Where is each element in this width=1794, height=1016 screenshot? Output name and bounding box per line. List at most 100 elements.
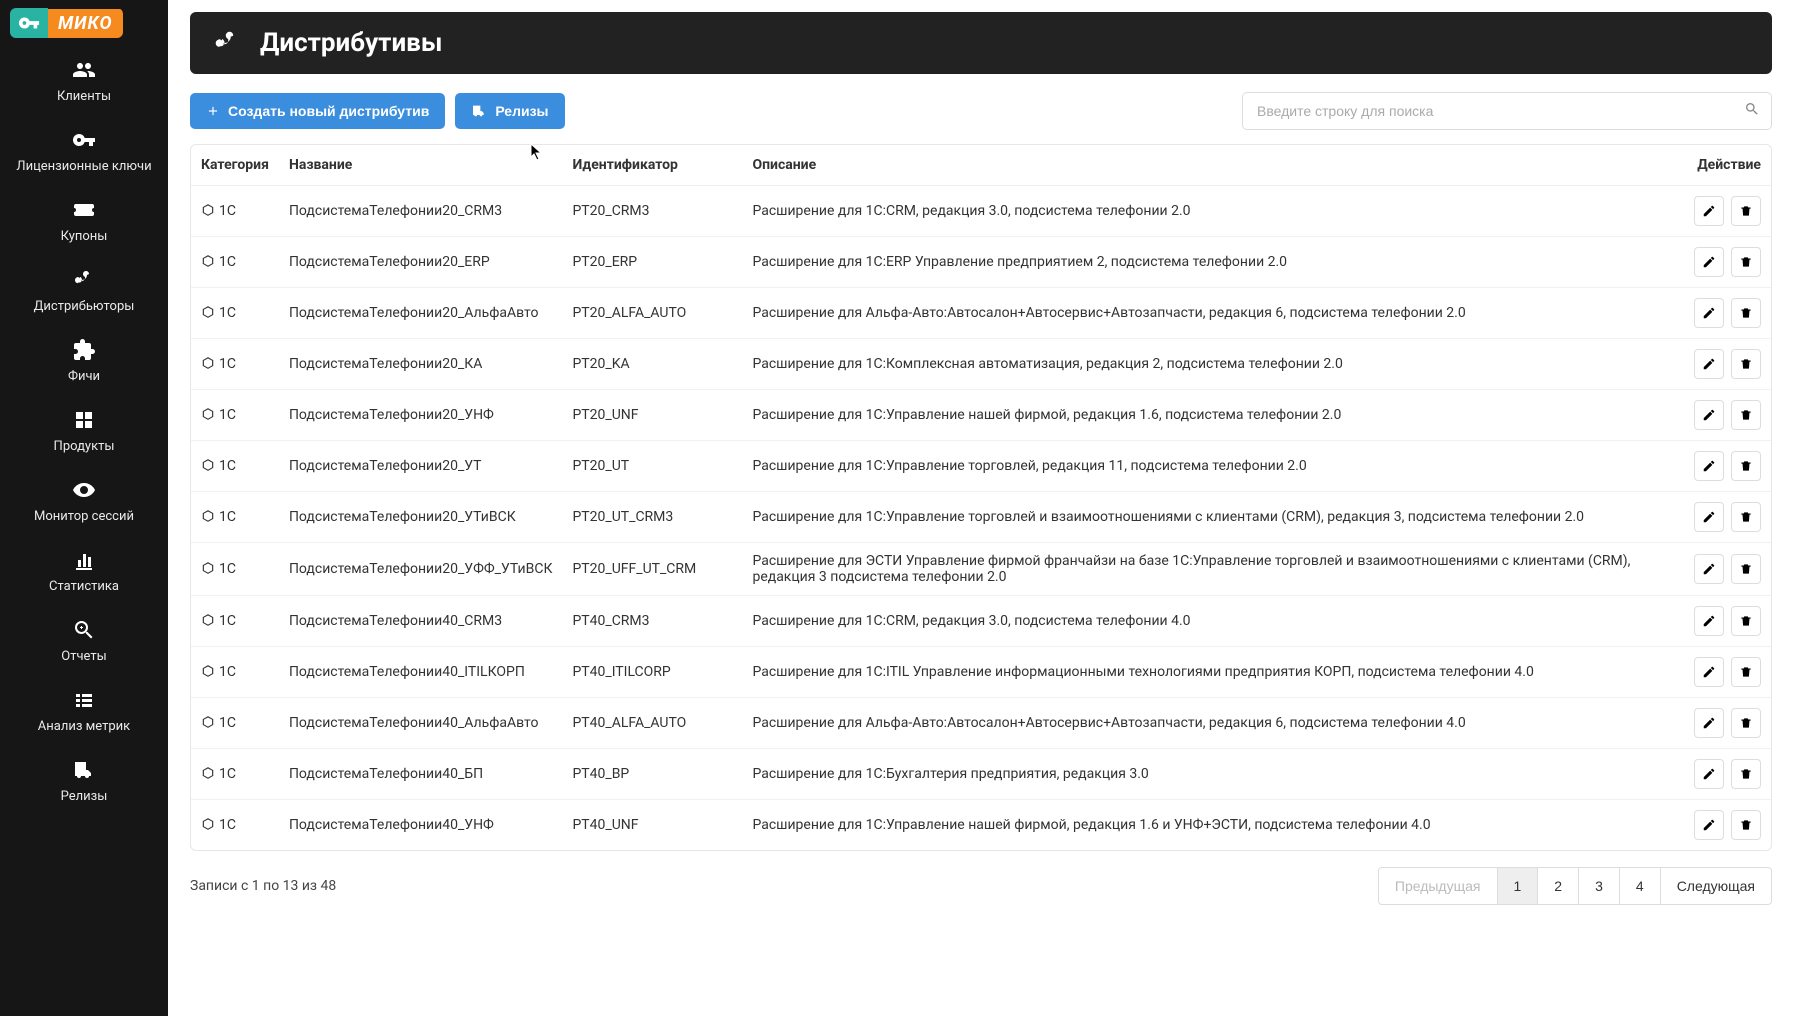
edit-button[interactable]: [1694, 708, 1724, 738]
delete-button[interactable]: [1731, 810, 1761, 840]
cube-icon: [201, 561, 215, 575]
edit-button[interactable]: [1694, 349, 1724, 379]
sidebar-item-3[interactable]: Дистрибьюторы: [0, 256, 168, 326]
sidebar-item-7[interactable]: Статистика: [0, 536, 168, 606]
cell-description: Расширение для Альфа-Авто:Автосалон+Авто…: [742, 288, 1679, 339]
page-title: Дистрибутивы: [260, 28, 442, 58]
delete-button[interactable]: [1731, 196, 1761, 226]
edit-button[interactable]: [1694, 657, 1724, 687]
create-distributive-button[interactable]: Создать новый дистрибутив: [190, 93, 445, 129]
trash-icon: [1739, 255, 1753, 269]
cell-identifier: PT20_KA: [562, 339, 742, 390]
trash-icon: [1739, 614, 1753, 628]
cell-category: 1С: [191, 596, 279, 647]
cell-identifier: PT20_UT_CRM3: [562, 492, 742, 543]
sidebar-item-label: Монитор сессий: [34, 509, 134, 524]
edit-button[interactable]: [1694, 196, 1724, 226]
toolbar: Создать новый дистрибутив Релизы: [190, 92, 1772, 130]
table-row: 1С ПодсистемаТелефонии20_ERP PT20_ERP Ра…: [191, 237, 1771, 288]
records-info: Записи с 1 по 13 из 48: [190, 878, 336, 894]
table-row: 1С ПодсистемаТелефонии40_БП PT40_BP Расш…: [191, 749, 1771, 800]
table-row: 1С ПодсистемаТелефонии20_УФФ_УТиВСК PT20…: [191, 543, 1771, 596]
delete-button[interactable]: [1731, 554, 1761, 584]
sidebar-item-9[interactable]: Анализ метрик: [0, 676, 168, 746]
delete-button[interactable]: [1731, 349, 1761, 379]
branch-icon: [72, 268, 96, 292]
edit-button[interactable]: [1694, 451, 1724, 481]
delete-button[interactable]: [1731, 451, 1761, 481]
trash-icon: [1739, 306, 1753, 320]
table-row: 1С ПодсистемаТелефонии40_CRM3 PT40_CRM3 …: [191, 596, 1771, 647]
delete-button[interactable]: [1731, 298, 1761, 328]
pagination-page-4[interactable]: 4: [1619, 867, 1661, 905]
edit-button[interactable]: [1694, 606, 1724, 636]
delete-button[interactable]: [1731, 759, 1761, 789]
edit-button[interactable]: [1694, 502, 1724, 532]
edit-button[interactable]: [1694, 759, 1724, 789]
cell-actions: [1680, 749, 1771, 800]
cube-icon: [201, 817, 215, 831]
delete-button[interactable]: [1731, 708, 1761, 738]
cell-name: ПодсистемаТелефонии20_УТ: [279, 441, 563, 492]
edit-button[interactable]: [1694, 298, 1724, 328]
edit-icon: [1702, 818, 1716, 832]
pagination-prev[interactable]: Предыдущая: [1378, 867, 1498, 905]
col-description[interactable]: Описание: [742, 145, 1679, 186]
edit-button[interactable]: [1694, 247, 1724, 277]
cell-category: 1С: [191, 441, 279, 492]
releases-button[interactable]: Релизы: [455, 93, 564, 129]
trash-icon: [1739, 665, 1753, 679]
pagination-page-1[interactable]: 1: [1497, 867, 1539, 905]
cell-category: 1С: [191, 647, 279, 698]
sidebar-item-5[interactable]: Продукты: [0, 396, 168, 466]
sidebar-item-label: Анализ метрик: [38, 719, 130, 734]
table-row: 1С ПодсистемаТелефонии20_УНФ PT20_UNF Ра…: [191, 390, 1771, 441]
cell-name: ПодсистемаТелефонии40_БП: [279, 749, 563, 800]
cell-identifier: PT20_ALFA_AUTO: [562, 288, 742, 339]
sidebar-item-label: Отчеты: [61, 649, 106, 664]
table-row: 1С ПодсистемаТелефонии20_АльфаАвто PT20_…: [191, 288, 1771, 339]
cell-actions: [1680, 647, 1771, 698]
delete-button[interactable]: [1731, 247, 1761, 277]
delete-button[interactable]: [1731, 502, 1761, 532]
pagination-page-3[interactable]: 3: [1578, 867, 1620, 905]
search-input[interactable]: [1242, 92, 1772, 130]
delete-button[interactable]: [1731, 657, 1761, 687]
sidebar-item-2[interactable]: Купоны: [0, 186, 168, 256]
delete-button[interactable]: [1731, 400, 1761, 430]
cell-name: ПодсистемаТелефонии40_ITILКОРП: [279, 647, 563, 698]
cell-identifier: PT20_ERP: [562, 237, 742, 288]
sidebar-item-6[interactable]: Монитор сессий: [0, 466, 168, 536]
cell-category: 1С: [191, 543, 279, 596]
cell-identifier: PT20_UFF_UT_CRM: [562, 543, 742, 596]
sidebar-item-8[interactable]: Отчеты: [0, 606, 168, 676]
users-icon: [72, 58, 96, 82]
col-category[interactable]: Категория: [191, 145, 279, 186]
table-row: 1С ПодсистемаТелефонии40_АльфаАвто PT40_…: [191, 698, 1771, 749]
col-name[interactable]: Название: [279, 145, 563, 186]
cell-name: ПодсистемаТелефонии40_УНФ: [279, 800, 563, 851]
edit-icon: [1702, 459, 1716, 473]
col-identifier[interactable]: Идентификатор: [562, 145, 742, 186]
sidebar-item-0[interactable]: Клиенты: [0, 46, 168, 116]
sidebar-item-10[interactable]: Релизы: [0, 746, 168, 816]
pagination-page-2[interactable]: 2: [1537, 867, 1579, 905]
cell-actions: [1680, 596, 1771, 647]
edit-button[interactable]: [1694, 810, 1724, 840]
logo-key-icon: [10, 8, 48, 38]
sidebar-item-4[interactable]: Фичи: [0, 326, 168, 396]
edit-icon: [1702, 510, 1716, 524]
cell-description: Расширение для 1С:ERP Управление предпри…: [742, 237, 1679, 288]
cell-description: Расширение для 1С:Управление нашей фирмо…: [742, 800, 1679, 851]
pagination-next[interactable]: Следующая: [1660, 867, 1772, 905]
delete-button[interactable]: [1731, 606, 1761, 636]
cell-category: 1С: [191, 390, 279, 441]
ticket-icon: [72, 198, 96, 222]
cell-actions: [1680, 288, 1771, 339]
search-container: [1242, 92, 1772, 130]
sidebar-item-1[interactable]: Лицензионные ключи: [0, 116, 168, 186]
edit-button[interactable]: [1694, 554, 1724, 584]
edit-button[interactable]: [1694, 400, 1724, 430]
puzzle-icon: [72, 338, 96, 362]
cell-name: ПодсистемаТелефонии20_ERP: [279, 237, 563, 288]
